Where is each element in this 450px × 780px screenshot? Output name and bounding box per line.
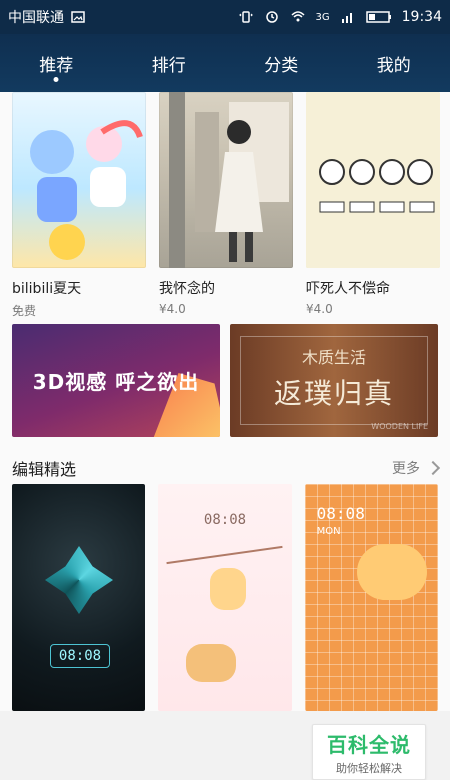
editor-pick-3-time: 08:08 [316,504,365,523]
banner-wood-line1: 木质生活 [301,348,366,367]
featured-item-2[interactable]: 我怀念的 ¥4.0 [159,92,293,319]
editor-pick-3-sub: MON [316,526,341,537]
editor-picks-row: 08:08 08:08 08:08 MON [12,484,438,711]
status-bar: 中国联通 3G 19:34 [0,0,450,34]
featured-row: bilibili夏天 免费 我怀念的 ¥4.0 吓死人不偿命 ¥4.0 [12,92,440,319]
tab-recommend[interactable]: 推荐 [27,34,85,92]
carrier: 中国联通 [8,10,64,26]
editor-pick-3[interactable]: 08:08 MON [304,484,438,711]
featured-thumb-cartoon[interactable] [306,92,440,268]
featured-item-3[interactable]: 吓死人不偿命 ¥4.0 [306,92,440,319]
tab-mine-label: 我的 [376,55,411,76]
watermark-subtitle: 助你轻松解决 [336,761,402,775]
cat-icon [186,644,237,682]
banner-wood-line2: 返璞归真 [273,377,394,410]
watermark-title: 百科全说 [327,732,411,757]
banner-3d-text: 3D视感 呼之欲出 [32,370,200,394]
featured-price-3: ¥4.0 [306,302,333,316]
banner-wood[interactable]: 木质生活 返璞归真 WOODEN LIFE [230,324,438,437]
editor-pick-1-time: 08:08 [50,644,110,668]
signal-icon [340,9,356,25]
tab-recommend-label: 推荐 [39,55,74,76]
featured-price-2: ¥4.0 [159,302,186,316]
cat-icon [356,544,427,600]
section-header: 编辑精选 更多 [0,449,450,487]
alarm-icon [264,9,280,25]
wifi-icon [290,9,306,25]
banner-3d[interactable]: 3D视感 呼之欲出 [12,324,220,437]
featured-thumb-anime[interactable] [12,92,146,268]
banner-wood-corner: WOODEN LIFE [371,422,428,431]
watermark: 百科全说 助你轻松解决 [312,724,426,780]
tab-mine[interactable]: 我的 [365,34,423,92]
more-link[interactable]: 更多 [392,458,441,478]
tab-ranking[interactable]: 排行 [140,34,198,92]
diamond-icon [45,546,113,614]
tab-ranking-label: 排行 [151,55,186,76]
editor-pick-2-time: 08:08 [203,512,247,528]
battery-icon [365,9,392,25]
section-title: 编辑精选 [12,460,77,479]
tab-category[interactable]: 分类 [252,34,310,92]
featured-title-1[interactable]: bilibili夏天 [12,278,146,298]
vibrate-icon [238,9,254,25]
featured-title-3[interactable]: 吓死人不偿命 [306,278,440,298]
top-nav: 推荐 排行 分类 我的 [0,34,450,92]
banner-row: 3D视感 呼之欲出 木质生活 返璞归真 WOODEN LIFE [12,324,438,437]
more-label: 更多 [392,461,420,477]
cat-icon [210,568,247,610]
content: bilibili夏天 免费 我怀念的 ¥4.0 吓死人不偿命 ¥4.0 3D视感… [0,92,450,780]
status-left: 中国联通 [8,7,86,27]
image-icon [70,9,86,25]
network-type: 3G [315,11,330,23]
chevron-right-icon [425,460,441,476]
featured-price-1: 免费 [12,304,37,318]
clothesline [166,545,284,565]
featured-title-2[interactable]: 我怀念的 [159,278,293,298]
featured-thumb-photo[interactable] [159,92,293,268]
clock: 19:34 [401,9,442,25]
tab-category-label: 分类 [264,55,299,76]
featured-item-1[interactable]: bilibili夏天 免费 [12,92,146,319]
status-right: 3G 19:34 [238,9,442,25]
editor-pick-2[interactable]: 08:08 [158,484,292,711]
editor-pick-1[interactable]: 08:08 [12,484,146,711]
